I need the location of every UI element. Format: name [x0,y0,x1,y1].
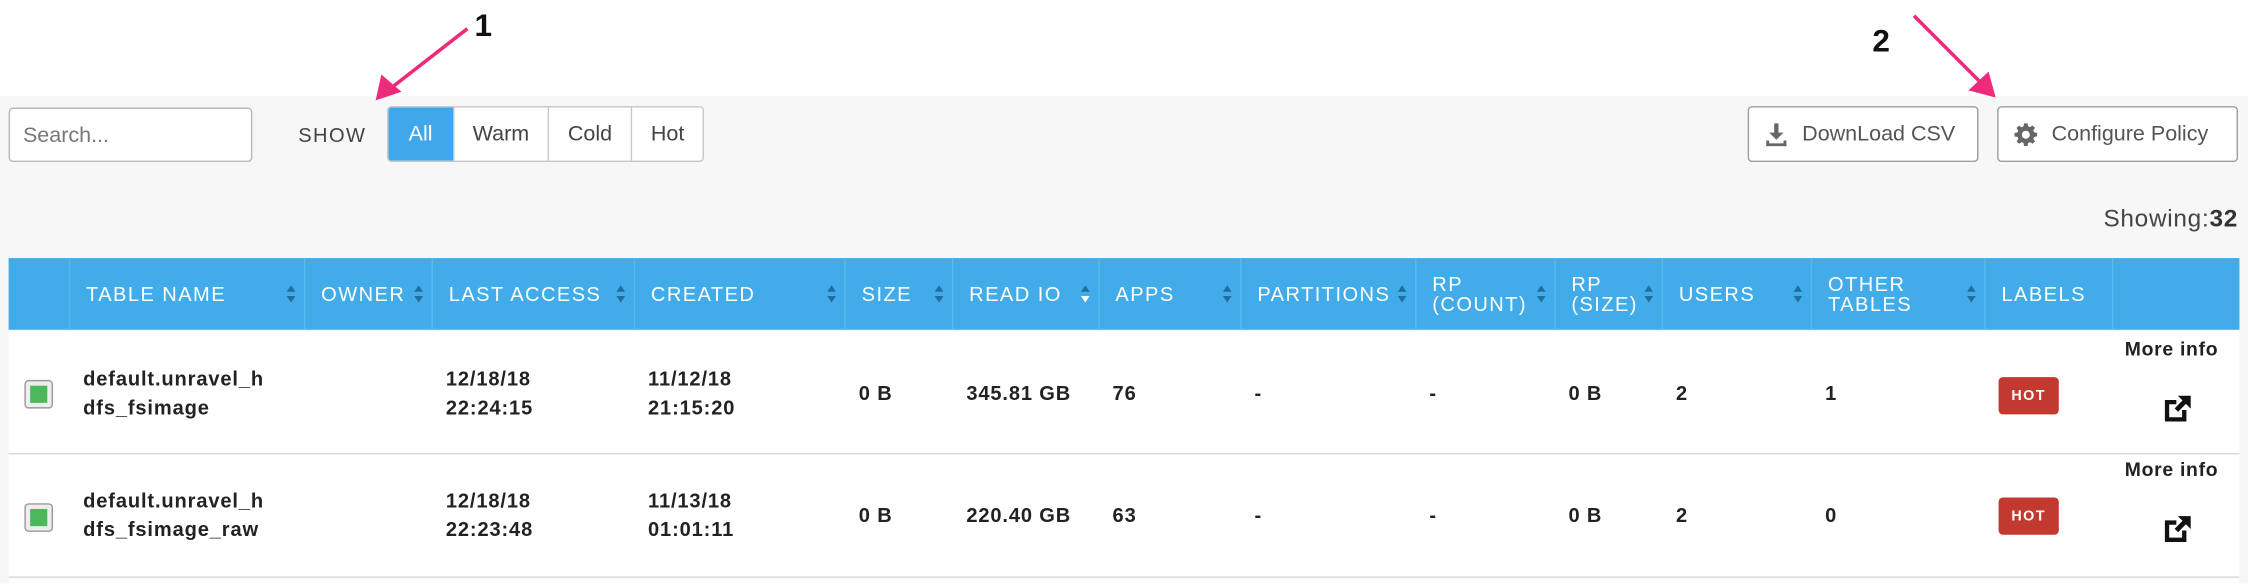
column-header-rp-size[interactable]: RP (SIZE) [1554,258,1662,330]
table-name-cell: default.unravel_h dfs_fsimage_raw [83,488,264,541]
filter-hot-button[interactable]: Hot [632,107,703,161]
partitions-cell: - [1254,381,1263,405]
column-header-label: USERS [1678,282,1756,306]
rp-count-cell: - [1429,381,1437,405]
table-row: default.unravel_h dfs_fsimage_raw 12/18/1… [8,454,2240,578]
sort-icon [1222,285,1232,303]
more-info-link[interactable]: More info [2125,338,2219,360]
column-header-read-io[interactable]: READ IO [951,258,1098,330]
more-info-link[interactable]: More info [2125,459,2219,481]
external-link-icon[interactable] [2161,391,2195,425]
sort-icon [616,285,626,303]
column-header-label: READ IO [969,282,1062,306]
sort-icon [414,285,423,303]
sort-icon [934,285,944,303]
sort-icon [1397,285,1407,303]
search-input[interactable] [8,107,253,163]
showing-label: Showing: [2103,205,2210,233]
checkbox-fill [30,508,48,527]
column-header-rp-count[interactable]: RP (COUNT) [1415,258,1554,330]
column-header-label: RP (SIZE) [1571,272,1638,316]
column-header-apps[interactable]: APPS [1098,258,1240,330]
last-access-cell: 12/18/18 22:24:15 [445,367,534,419]
column-header-label: CREATED [650,282,756,306]
created-cell: 11/12/18 21:15:20 [648,367,736,419]
column-header-label: SIZE [861,282,913,306]
download-csv-button[interactable]: DownLoad CSV [1747,106,1979,163]
showing-count-value: 32 [2209,205,2239,233]
partitions-cell: - [1254,503,1263,527]
read-io-cell: 345.81 GB [966,381,1072,405]
size-cell: 0 B [858,503,893,527]
gear-icon [2014,122,2038,146]
column-header-owner[interactable]: OWNER [303,258,432,330]
sort-icon [1536,285,1546,303]
filter-warm-button[interactable]: Warm [454,107,550,161]
read-io-cell: 220.40 GB [966,503,1072,527]
sort-icon [827,285,836,303]
sort-icon [286,285,296,303]
apps-cell: 76 [1112,381,1137,405]
rp-size-cell: 0 B [1568,503,1603,527]
row-select-checkbox[interactable] [24,379,54,409]
hot-label-badge: HOT [1998,377,2059,415]
checkbox-fill [30,385,48,403]
users-cell: 2 [1675,503,1689,527]
configure-policy-label: Configure Policy [2051,121,2209,147]
column-header-label: PARTITIONS [1257,282,1391,306]
table-header: TABLE NAME OWNER LAST ACCESS CREATED SIZ… [8,258,2240,330]
column-header-label: RP (COUNT) [1432,272,1528,316]
apps-cell: 63 [1112,503,1137,527]
column-header-label: OWNER [321,282,406,306]
annotation-arrow-1 [375,27,469,101]
users-cell: 2 [1675,381,1689,405]
column-header-other-tables[interactable]: OTHER TABLES [1810,258,1984,330]
row-select-checkbox[interactable] [24,503,54,532]
other-tables-cell: 1 [1825,381,1838,405]
hot-label-badge: HOT [1998,497,2059,535]
column-header-label: OTHER TABLES [1827,272,1913,316]
column-header-last-access[interactable]: LAST ACCESS [431,258,634,330]
column-header-size[interactable]: SIZE [844,258,952,330]
rp-count-cell: - [1429,503,1437,527]
showing-count: Showing:32 [2103,205,2238,234]
configure-policy-button[interactable]: Configure Policy [1997,106,2239,163]
filter-all-button[interactable]: All [388,107,455,161]
select-column-header [9,258,69,330]
sort-descending-icon [1081,285,1090,303]
show-filter-label: SHOW [298,123,367,147]
annotation-arrow-2 [1912,14,1996,98]
size-cell: 0 B [858,381,893,405]
page: 1 2 SHOW All Warm Cold Hot DownLoad CSV [0,0,2248,584]
table-row: default.unravel_h dfs_fsimage 12/18/18 22:… [8,331,2240,455]
column-header-label: APPS [1115,282,1175,306]
annotation-number-1: 1 [474,7,493,44]
rp-size-cell: 0 B [1568,381,1603,405]
column-header-label: LAST ACCESS [448,282,602,306]
other-tables-cell: 0 [1825,503,1838,527]
column-header-created[interactable]: CREATED [633,258,845,330]
column-header-labels: LABELS [1984,258,2112,330]
sort-icon [1644,285,1654,303]
download-csv-label: DownLoad CSV [1802,121,1956,147]
sort-icon [1793,285,1803,303]
column-header-partitions[interactable]: PARTITIONS [1240,258,1415,330]
column-header-table-name[interactable]: TABLE NAME [68,258,304,330]
filter-cold-button[interactable]: Cold [549,107,633,161]
last-access-cell: 12/18/18 22:23:48 [445,488,534,541]
sort-icon [1967,285,1976,303]
filter-segmented-control: All Warm Cold Hot [387,106,705,163]
column-header-label: LABELS [2001,282,2086,306]
download-icon [1766,122,1787,146]
column-header-label: TABLE NAME [86,282,227,306]
table-name-cell: default.unravel_h dfs_fsimage [83,367,264,419]
annotation-number-2: 2 [1872,22,1890,59]
column-header-actions [2111,258,2240,330]
column-header-users[interactable]: USERS [1661,258,1811,330]
created-cell: 11/13/18 01:01:11 [648,488,735,541]
external-link-icon[interactable] [2161,512,2195,546]
